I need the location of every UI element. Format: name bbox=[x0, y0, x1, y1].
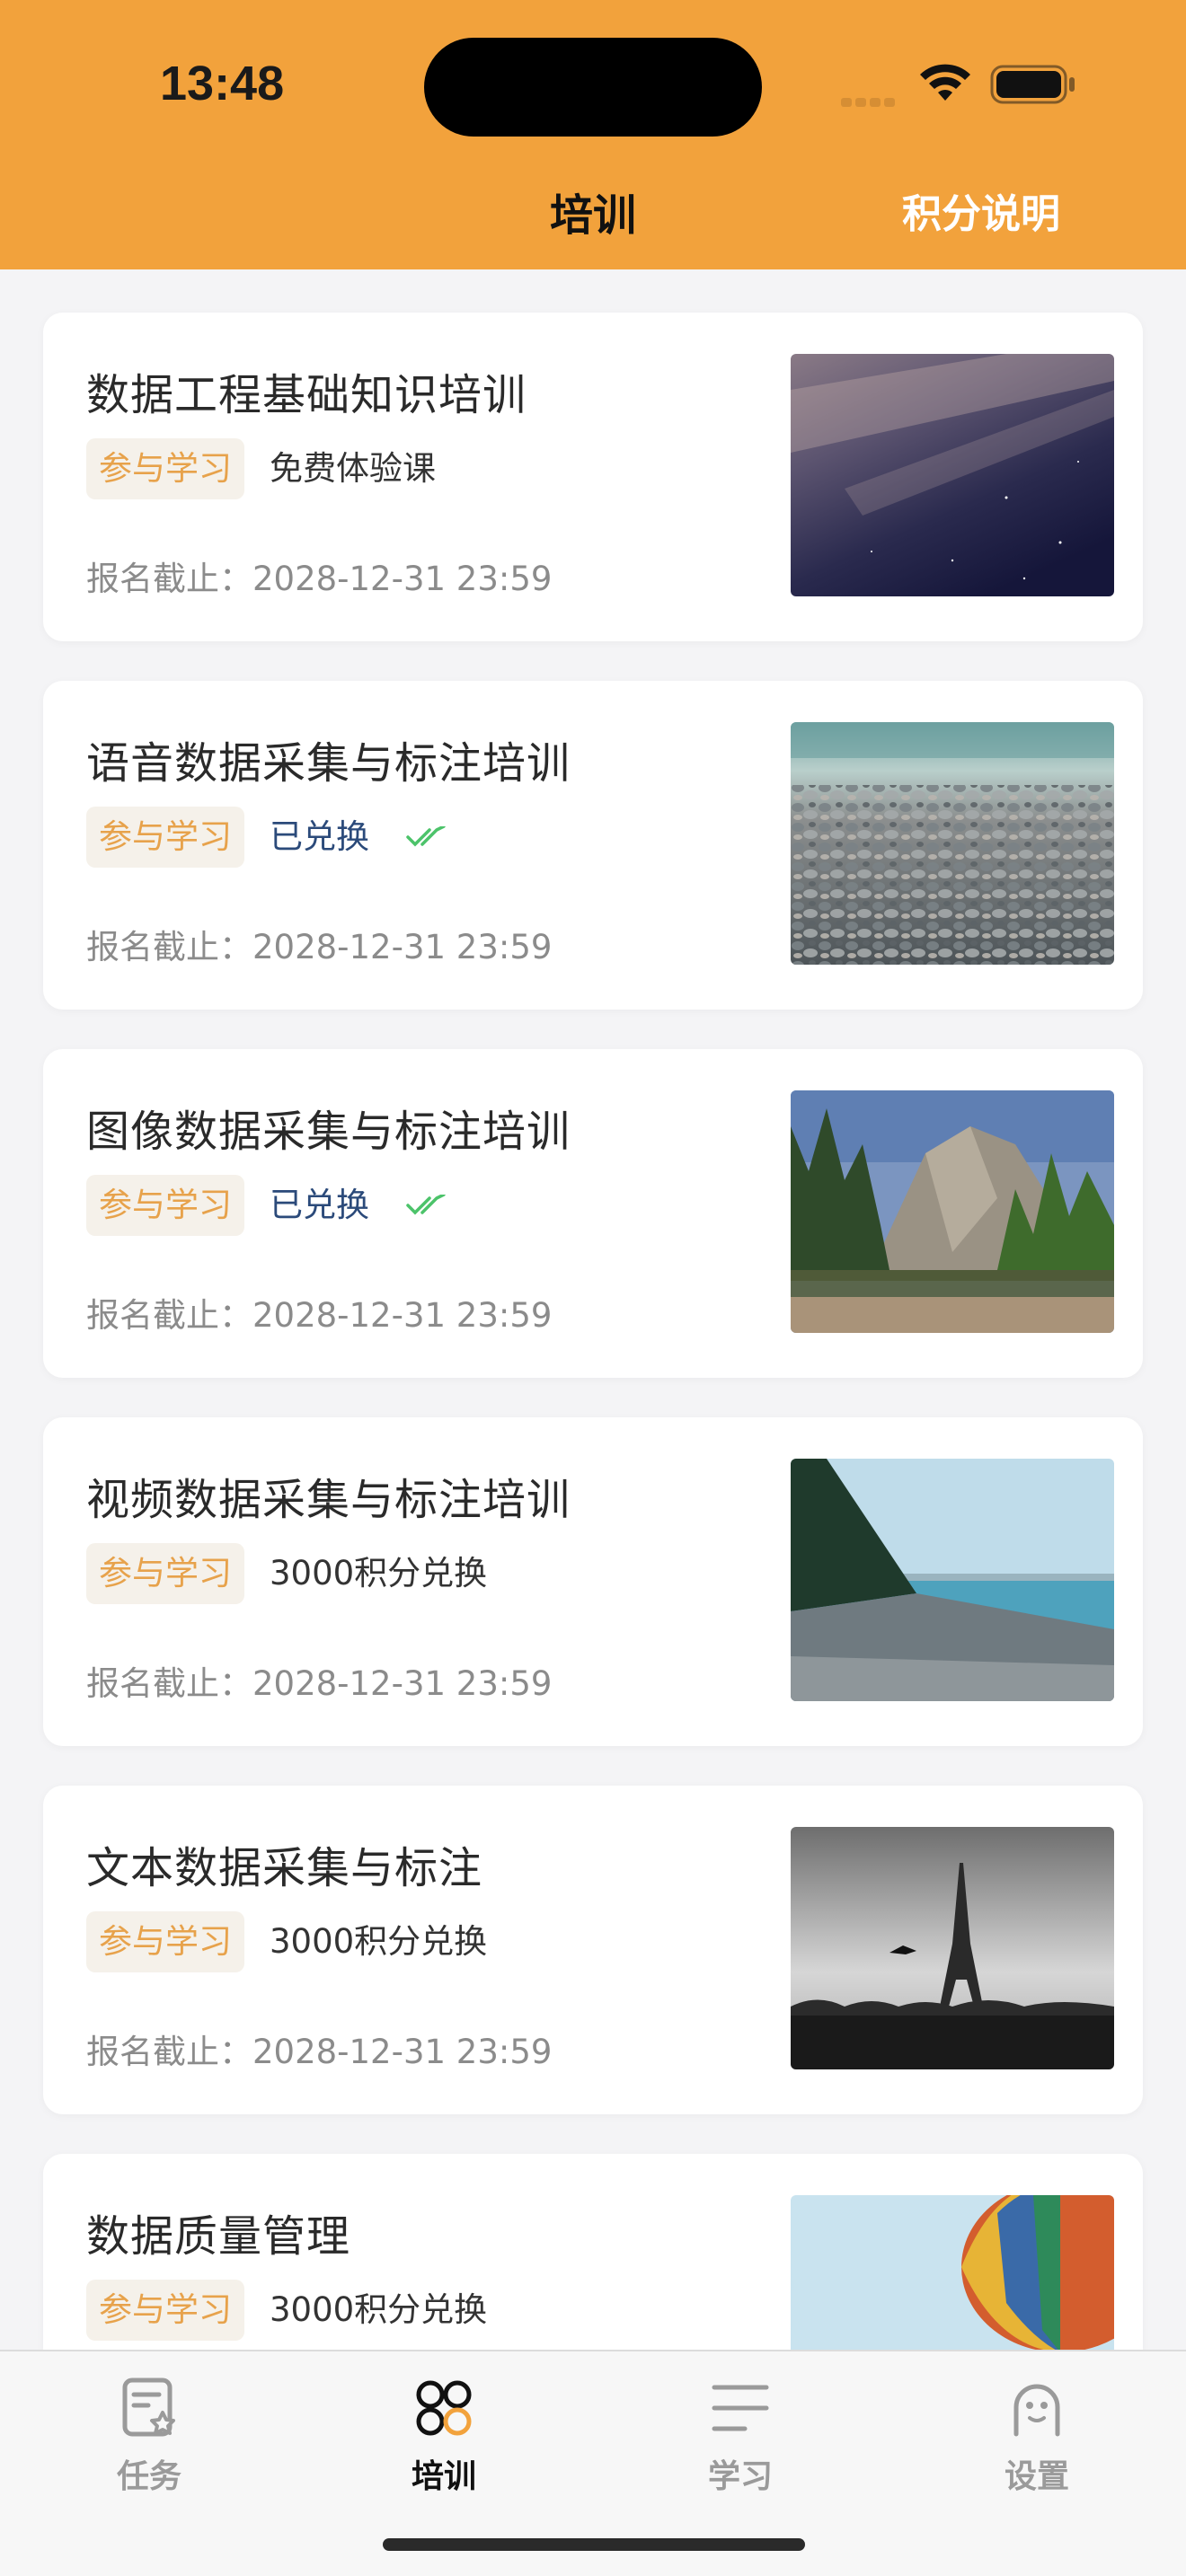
join-study-tag[interactable]: 参与学习 bbox=[86, 1911, 244, 1972]
join-study-tag[interactable]: 参与学习 bbox=[86, 1175, 244, 1236]
course-title: 文本数据采集与标注 bbox=[86, 1843, 483, 1893]
join-study-tag[interactable]: 参与学习 bbox=[86, 807, 244, 868]
course-title: 视频数据采集与标注培训 bbox=[86, 1475, 571, 1525]
enroll-deadline: 报名截止：2028-12-31 23:59 bbox=[86, 1296, 553, 1335]
course-card[interactable]: 图像数据采集与标注培训 参与学习 已兑换 报名截止：2028-12-31 23:… bbox=[43, 1049, 1143, 1378]
course-title: 语音数据采集与标注培训 bbox=[86, 738, 571, 789]
enroll-deadline: 报名截止：2028-12-31 23:59 bbox=[86, 2033, 553, 2071]
course-card[interactable]: 语音数据采集与标注培训 参与学习 已兑换 报名截止：2028-12-31 23:… bbox=[43, 681, 1143, 1010]
course-list[interactable]: 数据工程基础知识培训 参与学习 免费体验课 报名截止：2028-12-31 23… bbox=[0, 269, 1186, 2350]
battery-icon bbox=[990, 65, 1075, 104]
tab-label: 任务 bbox=[116, 2458, 181, 2495]
top-header: 13:48 培训 积分说明 bbox=[0, 0, 1186, 269]
tab-settings[interactable]: 设置 bbox=[947, 2369, 1127, 2495]
course-title: 数据工程基础知识培训 bbox=[86, 370, 527, 420]
mountain-forest-image bbox=[791, 1090, 1114, 1333]
join-study-tag[interactable]: 参与学习 bbox=[86, 438, 244, 499]
double-check-icon bbox=[406, 826, 446, 847]
home-indicator[interactable] bbox=[383, 2538, 805, 2551]
tab-label: 培训 bbox=[411, 2458, 476, 2495]
course-status: 3000积分兑换 bbox=[270, 2290, 488, 2329]
status-time: 13:48 bbox=[160, 57, 285, 110]
course-title: 图像数据采集与标注培训 bbox=[86, 1107, 571, 1157]
join-study-tag[interactable]: 参与学习 bbox=[86, 2280, 244, 2341]
course-status: 3000积分兑换 bbox=[270, 1554, 488, 1592]
course-status: 3000积分兑换 bbox=[270, 1922, 488, 1961]
tab-label: 设置 bbox=[1004, 2458, 1069, 2495]
join-study-tag[interactable]: 参与学习 bbox=[86, 1543, 244, 1604]
night-sky-image bbox=[791, 354, 1114, 596]
tab-label: 学习 bbox=[707, 2458, 773, 2495]
dynamic-island bbox=[424, 38, 762, 137]
course-status: 已兑换 bbox=[270, 1186, 369, 1224]
pebble-beach-image bbox=[791, 722, 1114, 965]
course-card[interactable]: 文本数据采集与标注 参与学习 3000积分兑换 报名截止：2028-12-31 … bbox=[43, 1786, 1143, 2114]
lake-shore-image bbox=[791, 1459, 1114, 1701]
course-card[interactable]: 视频数据采集与标注培训 参与学习 3000积分兑换 报名截止：2028-12-3… bbox=[43, 1417, 1143, 1746]
cellular-signal-icon bbox=[841, 93, 898, 110]
tab-study[interactable]: 学习 bbox=[651, 2369, 830, 2495]
points-info-button[interactable]: 积分说明 bbox=[902, 181, 1060, 239]
course-card[interactable]: 数据工程基础知识培训 参与学习 免费体验课 报名截止：2028-12-31 23… bbox=[43, 313, 1143, 641]
enroll-deadline: 报名截止：2028-12-31 23:59 bbox=[86, 928, 553, 966]
tab-task[interactable]: 任务 bbox=[59, 2369, 239, 2495]
study-icon bbox=[712, 2385, 769, 2431]
tab-training[interactable]: 培训 bbox=[354, 2369, 534, 2495]
enroll-deadline: 报名截止：2028-12-31 23:59 bbox=[86, 560, 553, 598]
training-icon bbox=[416, 2380, 472, 2436]
double-check-icon bbox=[406, 1195, 446, 1215]
status-icons bbox=[836, 59, 1087, 113]
settings-icon bbox=[1013, 2384, 1060, 2437]
course-status: 免费体验课 bbox=[270, 449, 436, 488]
task-icon bbox=[122, 2378, 175, 2437]
course-status: 已兑换 bbox=[270, 817, 369, 856]
wifi-icon bbox=[920, 64, 970, 101]
page-title: 培训 bbox=[549, 190, 636, 241]
enroll-deadline: 报名截止：2028-12-31 23:59 bbox=[86, 1664, 553, 1703]
course-title: 数据质量管理 bbox=[86, 2211, 351, 2262]
hot-air-balloon-image bbox=[791, 2195, 1114, 2350]
course-card[interactable]: 数据质量管理 参与学习 3000积分兑换 bbox=[43, 2154, 1143, 2350]
eiffel-tower-image bbox=[791, 1827, 1114, 2069]
